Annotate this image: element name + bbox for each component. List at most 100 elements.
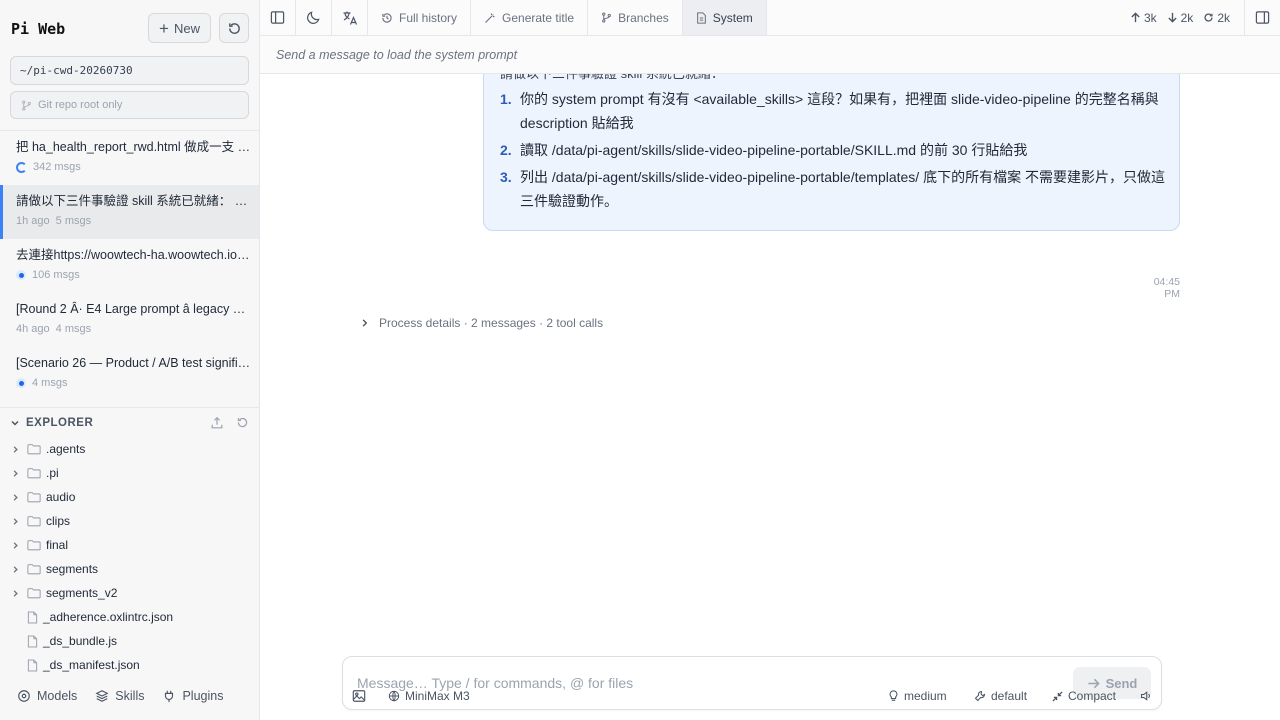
minimize-icon (1052, 690, 1063, 702)
thinking-level-selector[interactable]: medium (888, 689, 947, 703)
compact-button[interactable]: Compact (1052, 689, 1116, 703)
model-selector[interactable]: MiniMax M3 (388, 689, 470, 703)
session-item[interactable]: [Scenario 26 — Product / A/B test signif… (0, 347, 259, 401)
process-details-toggle[interactable]: Process details · 2 messages · 2 tool ca… (360, 316, 603, 330)
tree-folder[interactable]: .agents (0, 437, 259, 461)
folder-icon (27, 587, 41, 599)
chevron-right-icon (11, 469, 23, 478)
session-item[interactable]: [Round 2 Â· E4 Large prompt â legacy sc…… (0, 293, 259, 347)
folder-icon (27, 443, 41, 455)
file-icon (27, 610, 38, 624)
session-item[interactable]: 去連接https://woowtech-ha.woowtech.io/ … 10… (0, 239, 259, 293)
theme-toggle-button[interactable] (296, 0, 332, 35)
chevron-right-icon (362, 319, 368, 327)
session-item[interactable]: 把 ha_health_report_rwd.html 做成一支 3… 342 … (0, 131, 259, 185)
session-title: 把 ha_health_report_rwd.html 做成一支 3… (16, 140, 251, 154)
tab-branches[interactable]: Branches (588, 0, 683, 35)
tab-label: Full history (399, 10, 458, 25)
sliders-icon (18, 690, 30, 702)
toggle-sidebar-button[interactable] (260, 0, 296, 35)
history-icon (382, 12, 392, 23)
tab-full-history[interactable]: Full history (368, 0, 472, 35)
chevron-right-icon (11, 445, 23, 454)
session-count: 4 msgs (32, 377, 68, 389)
tree-label: _ds_manifest.json (43, 658, 140, 672)
user-message: 請做以下三件事驗證 skill 系統已就緒： 1. 你的 system prom… (483, 74, 1180, 231)
tree-folder[interactable]: segments_v2 (0, 581, 259, 605)
refresh-icon[interactable] (236, 416, 249, 429)
translate-icon (343, 11, 357, 25)
toggle-right-panel-button[interactable] (1244, 0, 1280, 35)
session-item-active[interactable]: 請做以下三件事驗證 skill 系統已就緒： 1. … 1h ago 5 msg… (0, 185, 259, 239)
session-list: 把 ha_health_report_rwd.html 做成一支 3… 342 … (0, 130, 259, 401)
new-session-label: New (173, 20, 200, 36)
arrow-down-icon (1167, 12, 1177, 23)
model-name: MiniMax M3 (405, 689, 470, 703)
file-tree: .agents .pi audio clips final segments s… (0, 437, 259, 677)
git-repo-placeholder: Git repo root only (38, 99, 123, 111)
list-text: 讀取 /data/pi-agent/skills/slide-video-pip… (520, 142, 1028, 158)
chevron-down-icon (11, 420, 19, 426)
explorer-label: EXPLORER (26, 416, 94, 429)
list-item: 3. 列出 /data/pi-agent/skills/slide-video-… (500, 165, 1165, 213)
tree-folder[interactable]: .pi (0, 461, 259, 485)
tree-label: clips (46, 514, 71, 528)
tree-label: _ds_bundle.js (43, 634, 118, 648)
tab-label: System (712, 10, 753, 25)
git-branch-icon (602, 12, 611, 23)
tree-folder[interactable]: final (0, 533, 259, 557)
models-button[interactable]: Models (17, 689, 77, 703)
audio-button[interactable] (1140, 690, 1152, 702)
toolbar: Full history Generate title Branches Sys… (260, 0, 1280, 36)
live-dot-icon (16, 378, 26, 388)
tools-mode: default (991, 689, 1028, 703)
list-number: 2. (500, 142, 512, 158)
skills-button[interactable]: Skills (95, 689, 144, 703)
git-branch-icon (22, 99, 31, 111)
history-icon (228, 22, 240, 34)
token-stats: 3k 2k 2k (1130, 0, 1244, 35)
list-number: 3. (500, 169, 512, 185)
folder-icon (27, 539, 41, 551)
list-number: 1. (500, 91, 512, 107)
tree-folder[interactable]: clips (0, 509, 259, 533)
globe-icon (388, 690, 400, 702)
app-title: Pi Web (11, 20, 66, 38)
skills-label: Skills (115, 689, 145, 703)
plug-icon (165, 690, 174, 703)
plugins-label: Plugins (182, 689, 224, 703)
chevron-right-icon (11, 589, 23, 598)
cache-tokens-value: 2k (1217, 10, 1230, 25)
tools-selector[interactable]: default (974, 689, 1027, 703)
sidebar-icon (270, 11, 285, 24)
list-item: 1. 你的 system prompt 有沒有 <available_skill… (500, 87, 1165, 135)
chevron-right-icon (11, 565, 23, 574)
layers-icon (95, 690, 109, 702)
file-icon (27, 634, 38, 648)
tab-label: Branches (618, 10, 669, 25)
list-text: 你的 system prompt 有沒有 <available_skills> … (520, 91, 1159, 131)
tree-label: segments (46, 562, 99, 576)
tab-system[interactable]: System (682, 0, 767, 35)
attach-image-button[interactable] (352, 689, 366, 703)
session-time: 4h ago (16, 323, 50, 335)
translate-button[interactable] (332, 0, 368, 35)
new-session-button[interactable]: + New (148, 13, 211, 43)
tab-generate-title[interactable]: Generate title (471, 0, 589, 35)
tree-folder[interactable]: segments (0, 557, 259, 581)
session-time: 1h ago (16, 215, 50, 227)
cwd-field[interactable]: ~/pi-cwd-20260730 (10, 56, 249, 85)
tree-file[interactable]: _adherence.oxlintrc.json (0, 605, 259, 629)
refresh-sessions-button[interactable] (219, 13, 249, 43)
git-repo-field[interactable]: Git repo root only (10, 91, 249, 119)
plugins-button[interactable]: Plugins (162, 689, 223, 703)
folder-icon (27, 467, 41, 479)
upload-icon[interactable] (210, 416, 224, 430)
tree-folder[interactable]: audio (0, 485, 259, 509)
tree-label: _adherence.oxlintrc.json (43, 610, 174, 624)
list-text: 列出 /data/pi-agent/skills/slide-video-pip… (520, 169, 1165, 209)
tree-file[interactable]: _ds_bundle.js (0, 629, 259, 653)
folder-icon (27, 563, 41, 575)
explorer-header[interactable]: EXPLORER (0, 407, 259, 437)
document-icon (696, 11, 706, 24)
